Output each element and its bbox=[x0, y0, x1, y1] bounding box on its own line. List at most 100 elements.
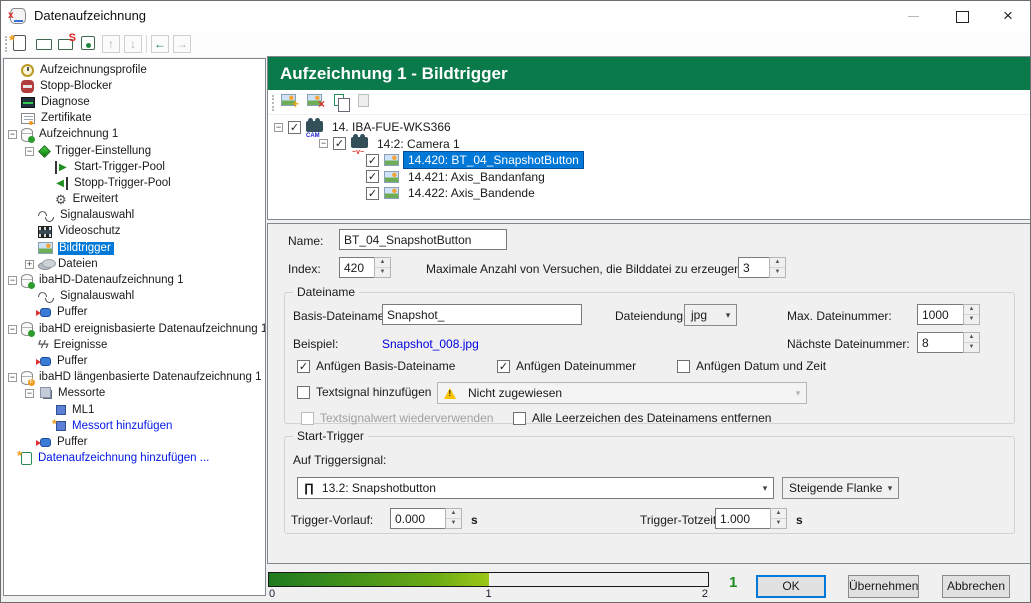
navigation-tree: Aufzeichnungsprofile Stopp-Blocker Diagn… bbox=[3, 58, 266, 596]
tree-item-diagnose[interactable]: Diagnose bbox=[4, 94, 265, 110]
checkbox-checked[interactable]: ✓ bbox=[333, 137, 346, 150]
tree-item-hd-puffer[interactable]: Puffer bbox=[4, 305, 265, 321]
checkbox-checked[interactable]: ✓ bbox=[366, 187, 379, 200]
expander-icon[interactable]: − bbox=[25, 389, 34, 398]
tree-item-ibahd-datenaufzeichnung[interactable]: −ibaHD-Datenaufzeichnung 1 bbox=[4, 272, 265, 288]
append-datetime-checkbox[interactable]: Anfügen Datum und Zeit bbox=[677, 359, 826, 373]
spin-up-icon[interactable]: ▲ bbox=[770, 258, 785, 268]
spin-down-icon[interactable]: ▼ bbox=[446, 519, 461, 528]
open-solution-icon[interactable] bbox=[58, 39, 73, 50]
tree-item-dateien[interactable]: +Dateien bbox=[4, 256, 265, 272]
remove-spaces-checkbox[interactable]: Alle Leerzeichen des Dateinamens entfern… bbox=[513, 411, 771, 425]
pretrigger-stepper[interactable]: 0.000▲▼ bbox=[390, 508, 462, 529]
paste-icon[interactable] bbox=[358, 94, 369, 107]
expander-icon[interactable]: − bbox=[8, 276, 17, 285]
checkbox-checked[interactable]: ✓ bbox=[366, 170, 379, 183]
tree-item-start-trigger-pool[interactable]: ▶Start-Trigger-Pool bbox=[4, 159, 265, 175]
extension-select[interactable]: jpg▾ bbox=[684, 304, 737, 326]
move-up-icon[interactable]: ↑ bbox=[102, 35, 120, 53]
tree-item-datenaufzeichnung-hinzufuegen[interactable]: Datenaufzeichnung hinzufügen ... bbox=[4, 451, 265, 467]
max-filenumber-stepper[interactable]: 1000▲▼ bbox=[917, 304, 980, 325]
tree-item-videoschutz[interactable]: Videoschutz bbox=[4, 224, 265, 240]
tree-row-camera[interactable]: −✓14:2: Camera 1 bbox=[268, 136, 1030, 153]
tree-item-signalauswahl[interactable]: Signalauswahl bbox=[4, 208, 265, 224]
spin-up-icon[interactable]: ▲ bbox=[771, 509, 786, 519]
pretrigger-unit: s bbox=[471, 513, 478, 527]
tree-item-erweitert[interactable]: ⚙Erweitert bbox=[4, 192, 265, 208]
spin-down-icon[interactable]: ▼ bbox=[964, 315, 979, 324]
tree-row-device[interactable]: −✓14. IBA-FUE-WKS366 bbox=[268, 119, 1030, 136]
tree-item-messort-hinzufuegen[interactable]: Messort hinzufügen bbox=[4, 418, 265, 434]
name-input[interactable]: BT_04_SnapshotButton bbox=[339, 229, 507, 250]
tick-2: 2 bbox=[702, 588, 708, 600]
tree-row-bandende[interactable]: ✓14.422: Axis_Bandende bbox=[268, 185, 1030, 202]
expander-icon[interactable]: − bbox=[319, 139, 328, 148]
max-attempts-stepper[interactable]: 3▲▼ bbox=[738, 257, 786, 278]
tree-item-zertifikate[interactable]: Zertifikate bbox=[4, 111, 265, 127]
camera-icon bbox=[351, 137, 368, 148]
checkbox-checked[interactable]: ✓ bbox=[366, 154, 379, 167]
minimize-button[interactable] bbox=[897, 5, 929, 27]
spin-down-icon[interactable]: ▼ bbox=[964, 343, 979, 352]
tree-item-stopp-blocker[interactable]: Stopp-Blocker bbox=[4, 78, 265, 94]
maximize-button[interactable] bbox=[946, 5, 978, 27]
spin-up-icon[interactable]: ▲ bbox=[375, 258, 390, 268]
expander-icon[interactable]: − bbox=[8, 325, 17, 334]
save-icon[interactable] bbox=[81, 36, 95, 50]
app-icon bbox=[10, 8, 26, 24]
tree-item-ibahd-ereignisbasiert[interactable]: −ibaHD ereignisbasierte Datenaufzeichnun… bbox=[4, 321, 265, 337]
expander-icon[interactable]: − bbox=[25, 147, 34, 156]
append-number-checkbox[interactable]: ✓Anfügen Dateinummer bbox=[497, 359, 636, 373]
open-icon[interactable] bbox=[36, 39, 52, 50]
trigger-signal-select[interactable]: ∏13.2: Snapshotbutton▾ bbox=[297, 477, 774, 499]
tree-item-messorte[interactable]: −Messorte bbox=[4, 386, 265, 402]
append-base-checkbox[interactable]: ✓Anfügen Basis-Dateiname bbox=[297, 359, 455, 373]
expander-icon[interactable]: − bbox=[8, 130, 17, 139]
delete-image-trigger-icon[interactable] bbox=[307, 94, 322, 106]
base-filename-input[interactable]: Snapshot_ bbox=[382, 304, 582, 325]
forward-icon[interactable]: → bbox=[173, 35, 191, 53]
tree-item-stopp-trigger-pool[interactable]: ◀Stopp-Trigger-Pool bbox=[4, 175, 265, 191]
tree-item-event-puffer[interactable]: Puffer bbox=[4, 353, 265, 369]
spin-up-icon[interactable]: ▲ bbox=[964, 305, 979, 315]
checkbox-checked[interactable]: ✓ bbox=[288, 121, 301, 134]
trigger-edge-select[interactable]: Steigende Flanke▾ bbox=[782, 477, 899, 499]
expander-icon[interactable]: − bbox=[274, 123, 283, 132]
spin-up-icon[interactable]: ▲ bbox=[964, 333, 979, 343]
tree-row-snapshotbutton[interactable]: ✓14.420: BT_04_SnapshotButton bbox=[268, 152, 1030, 169]
ok-button[interactable]: OK bbox=[756, 575, 826, 598]
close-button[interactable]: × bbox=[992, 5, 1024, 27]
tree-item-aufzeichnungsprofile[interactable]: Aufzeichnungsprofile bbox=[4, 62, 265, 78]
add-image-trigger-icon[interactable] bbox=[281, 94, 296, 106]
spin-down-icon[interactable]: ▼ bbox=[770, 268, 785, 277]
copy-icon[interactable] bbox=[334, 94, 344, 106]
tree-item-bildtrigger[interactable]: Bildtrigger bbox=[4, 240, 265, 256]
titlebar: Datenaufzeichnung × bbox=[1, 1, 1030, 31]
tree-item-ereignisse[interactable]: ϟϟEreignisse bbox=[4, 337, 265, 353]
tree-item-hd-signalauswahl[interactable]: Signalauswahl bbox=[4, 289, 265, 305]
tree-item-aufzeichnung-1[interactable]: −Aufzeichnung 1 bbox=[4, 127, 265, 143]
files-icon bbox=[38, 262, 52, 270]
start-trigger-group: Start-Trigger Auf Triggersignal: ∏13.2: … bbox=[284, 436, 1015, 534]
new-config-icon[interactable] bbox=[13, 35, 26, 51]
apply-button[interactable]: Übernehmen bbox=[848, 575, 919, 598]
expander-icon[interactable]: + bbox=[25, 260, 34, 269]
next-filenumber-label: Nächste Dateinummer: bbox=[787, 337, 910, 351]
expander-icon[interactable]: − bbox=[8, 373, 17, 382]
tree-row-bandanfang[interactable]: ✓14.421: Axis_Bandanfang bbox=[268, 169, 1030, 186]
spin-down-icon[interactable]: ▼ bbox=[771, 519, 786, 528]
back-icon[interactable]: ← bbox=[151, 35, 169, 53]
cancel-button[interactable]: Abbrechen bbox=[942, 575, 1010, 598]
stop-blocker-icon bbox=[21, 80, 34, 93]
move-down-icon[interactable]: ↓ bbox=[124, 35, 142, 53]
index-stepper[interactable]: 420▲▼ bbox=[339, 257, 391, 278]
spin-up-icon[interactable]: ▲ bbox=[446, 509, 461, 519]
tree-item-ibahd-laengenbasiert[interactable]: −EibaHD längenbasierte Datenaufzeichnung… bbox=[4, 370, 265, 386]
tree-item-length-puffer[interactable]: Puffer bbox=[4, 434, 265, 450]
spin-down-icon[interactable]: ▼ bbox=[375, 268, 390, 277]
add-textsignal-checkbox[interactable]: Textsignal hinzufügen bbox=[297, 385, 431, 399]
tree-item-ml1[interactable]: ML1 bbox=[4, 402, 265, 418]
tree-item-trigger-einstellung[interactable]: −Trigger-Einstellung bbox=[4, 143, 265, 159]
next-filenumber-stepper[interactable]: 8▲▼ bbox=[917, 332, 980, 353]
deadtime-stepper[interactable]: 1.000▲▼ bbox=[715, 508, 787, 529]
